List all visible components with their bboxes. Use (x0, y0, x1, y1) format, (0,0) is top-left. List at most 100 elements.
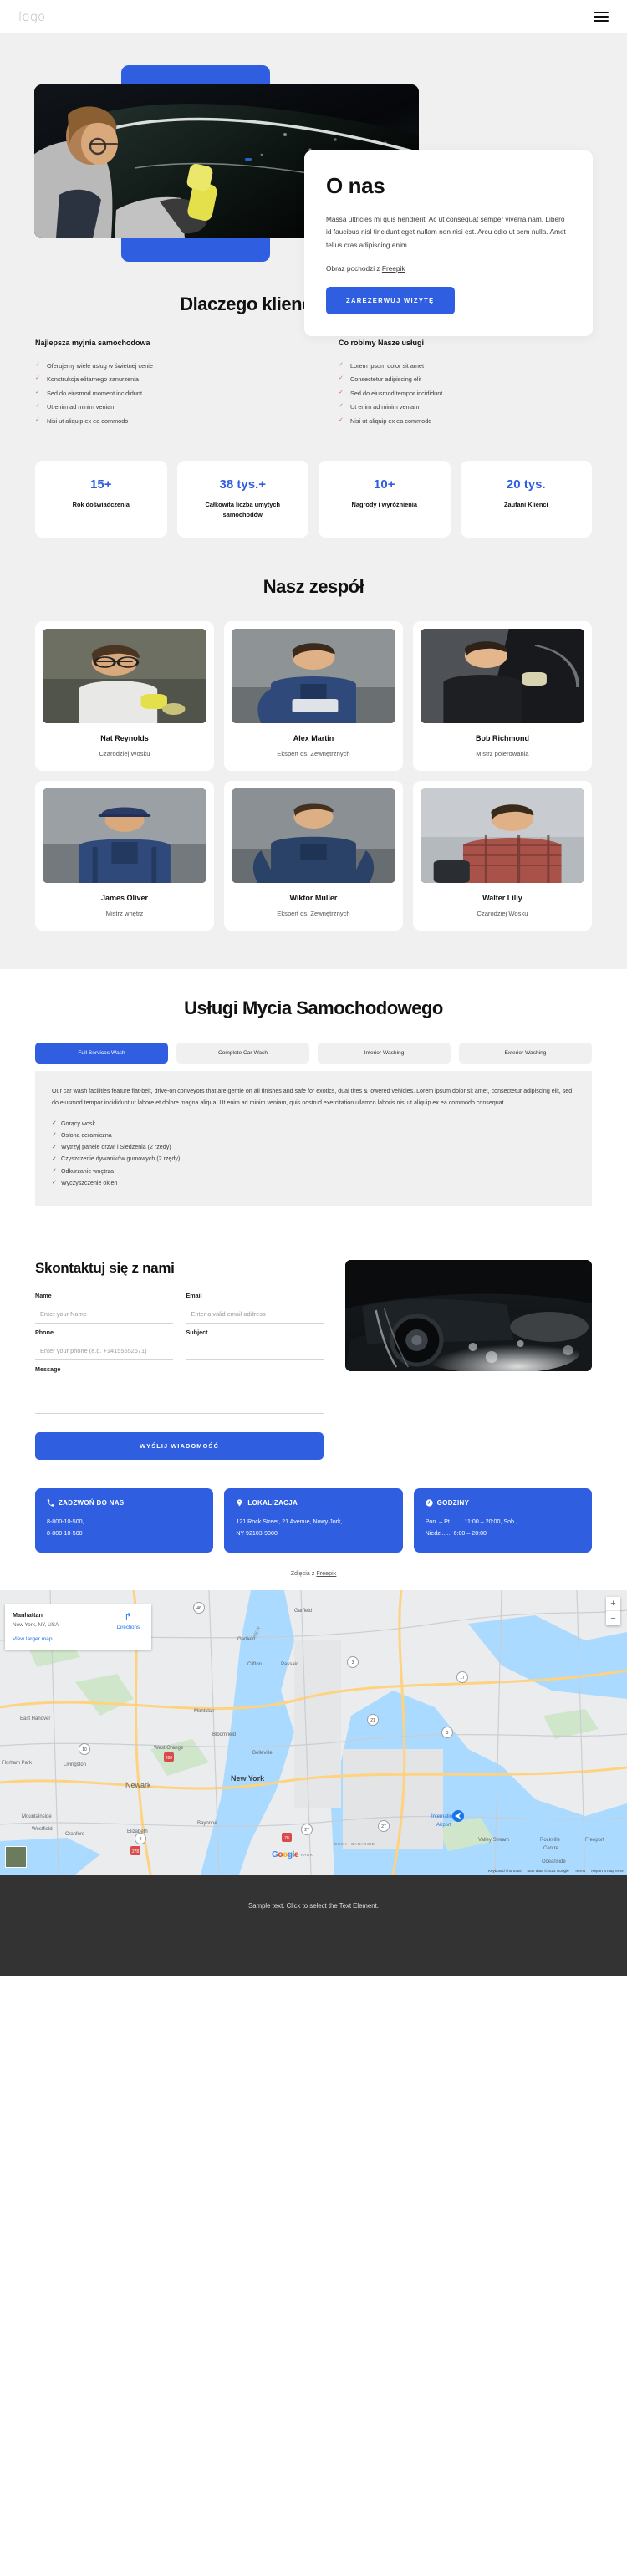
stat-card: 10+ Nagrody i wyróżnienia (319, 461, 451, 538)
team-member-role: Mistrz wnętrz (105, 909, 144, 917)
email-input[interactable] (186, 1307, 324, 1324)
team-member-card: Alex Martin Ekspert ds. Zewnętrznych (223, 620, 403, 771)
google-logo: Google (272, 1850, 299, 1860)
svg-text:Freeport: Freeport (585, 1838, 604, 1843)
svg-text:Mountainside: Mountainside (22, 1814, 52, 1819)
check-icon: ✓ (35, 362, 40, 368)
name-label: Name (35, 1291, 52, 1299)
logo[interactable]: logo (18, 9, 45, 24)
stat-card: 20 tys. Zaufani Klienci (460, 461, 592, 538)
map-zoom-in-button[interactable]: + (606, 1597, 620, 1612)
svg-text:Belleville: Belleville (252, 1751, 273, 1756)
team-member-photo (420, 628, 584, 723)
call-us-line-2: 8-800-10-500 (47, 1529, 83, 1537)
svg-text:17: 17 (460, 1676, 465, 1681)
map-attribution: Keyboard shortcuts Map data ©2024 Google… (488, 1869, 624, 1873)
svg-text:Oceanside: Oceanside (542, 1859, 566, 1864)
svg-text:78: 78 (284, 1836, 289, 1841)
map-zoom-out-button[interactable]: − (606, 1611, 620, 1625)
why-column-1-list: ✓ Oferujemy wiele usług w świetnej cenie … (35, 359, 288, 427)
list-item: ✓ Ut enim ad minim veniam (35, 403, 116, 411)
stat-value: 15+ (90, 477, 112, 492)
check-icon: ✓ (35, 416, 40, 423)
stat-label: Rok doświadczenia (72, 501, 130, 509)
stat-card: 15+ Rok doświadczenia (35, 461, 167, 538)
phone-label: Phone (35, 1328, 54, 1336)
services-tab-panel: Our car wash facilities feature flat-bel… (35, 1070, 592, 1206)
tab-interior-washing[interactable]: Interior Washing (318, 1042, 451, 1064)
tab-complete-car-wash[interactable]: Complete Car Wash (176, 1042, 309, 1064)
list-item: ✓ Odkurzanie wnętrza (52, 1167, 115, 1175)
team-member-role: Mistrz polerowania (476, 749, 529, 757)
map-info-card: Manhattan New York, NY, USA View larger … (5, 1604, 151, 1650)
tab-exterior-washing[interactable]: Exterior Washing (459, 1042, 592, 1064)
footer-text[interactable]: Sample text. Click to select the Text El… (248, 1902, 379, 1910)
list-item: ✓ Konstrukcja elitarnego zanurzenia (35, 375, 139, 384)
svg-text:278: 278 (132, 1849, 140, 1854)
svg-text:Centre: Centre (543, 1846, 559, 1851)
map-embed[interactable]: 46 3 21 17 3 10 9 27 27 280 278 78 Garfi… (0, 1590, 627, 1875)
team-member-card: Nat Reynolds Czarodziej Wosku (35, 620, 214, 771)
freepik-link[interactable]: Freepik (382, 264, 405, 273)
stat-label: Całkowita liczba umytych samochodów (205, 501, 281, 518)
team-member-card: Wiktor Muller Ekspert ds. Zewnętrznych (223, 780, 403, 931)
keyboard-shortcuts-link[interactable]: Keyboard shortcuts (488, 1869, 522, 1873)
hamburger-menu-icon[interactable] (594, 12, 609, 22)
subject-input[interactable] (186, 1344, 324, 1360)
tab-full-services-wash[interactable]: Full Services Wash (35, 1042, 168, 1064)
team-member-name: Bob Richmond (475, 733, 529, 742)
svg-text:46: 46 (196, 1606, 201, 1611)
check-icon: ✓ (35, 403, 40, 410)
svg-text:Passaic: Passaic (281, 1662, 298, 1667)
svg-text:Livingston: Livingston (64, 1762, 86, 1767)
map-zoom-controls[interactable]: + − (606, 1597, 620, 1626)
phone-input[interactable] (35, 1344, 173, 1360)
team-member-card: Bob Richmond Mistrz polerowania (412, 620, 592, 771)
svg-text:3: 3 (446, 1731, 449, 1736)
name-input[interactable] (35, 1307, 173, 1324)
svg-text:Westfield: Westfield (32, 1827, 53, 1832)
location-title: LOKALIZACJA (247, 1498, 298, 1507)
list-item: ✓ Consectetur adipiscing elit (339, 375, 422, 384)
check-icon: ✓ (52, 1168, 57, 1175)
hours-title: GODZINY (436, 1498, 470, 1507)
about-body: Massa ultricies mi quis hendrerit. Ac ut… (326, 215, 566, 249)
team-member-role: Ekspert ds. Zewnętrznych (277, 749, 350, 757)
view-larger-map-link[interactable]: View larger map (13, 1636, 144, 1642)
map-street-view-thumbnail[interactable] (5, 1846, 27, 1869)
credit-prefix: Obraz pochodzi z (326, 264, 382, 273)
team-member-name: Wiktor Muller (289, 893, 338, 902)
team-member-name: Walter Lilly (482, 893, 522, 902)
hours-line-1: Pon. – Pt. ...... 11:00 – 20:00, Sob., (425, 1518, 517, 1525)
svg-text:Florham Park: Florham Park (2, 1761, 33, 1766)
message-input[interactable] (35, 1378, 324, 1414)
check-icon: ✓ (52, 1180, 57, 1186)
check-icon: ✓ (339, 362, 344, 368)
team-member-photo (231, 628, 395, 723)
svg-text:Valley Stream: Valley Stream (478, 1838, 509, 1843)
team-member-photo (43, 628, 206, 723)
services-tabs: Full Services Wash Complete Car Wash Int… (35, 1042, 592, 1064)
report-map-error-link[interactable]: Report a map error (591, 1869, 624, 1873)
stat-label: Zaufani Klienci (503, 501, 548, 509)
site-header: logo (0, 0, 627, 33)
photos-freepik-link[interactable]: Freepik (316, 1569, 336, 1577)
svg-text:Newark: Newark (125, 1781, 151, 1789)
book-visit-button[interactable]: ZAREZERWUJ WIZYTĘ (326, 287, 455, 315)
list-item: ✓ Wyczyszczenie okien (52, 1180, 118, 1187)
map-directions-button[interactable]: ↱ Directions (116, 1612, 140, 1631)
services-panel-text: Our car wash facilities feature flat-bel… (52, 1087, 573, 1106)
hours-line-2: Niedz....... 6:00 – 20:00 (425, 1529, 487, 1537)
about-title: O nas (326, 173, 385, 198)
svg-text:3: 3 (352, 1660, 354, 1665)
list-item: ✓ Nisi ut aliquip ex ea commodo (339, 416, 432, 425)
directions-arrow-icon: ↱ (124, 1612, 132, 1623)
svg-text:West Orange: West Orange (154, 1746, 184, 1751)
terms-link[interactable]: Terms (575, 1869, 586, 1873)
team-section: Nasz zespół Nat Reynolds Czarodziej Wosk… (0, 575, 627, 969)
list-item: ✓ Lorem ipsum dolor sit amet (339, 361, 425, 370)
services-title: Usługi Mycia Samochodowego (184, 997, 443, 1018)
check-icon: ✓ (35, 375, 40, 382)
location-icon (237, 1499, 242, 1507)
send-message-button[interactable]: WYŚLIJ WIADOMOŚĆ (35, 1431, 324, 1460)
